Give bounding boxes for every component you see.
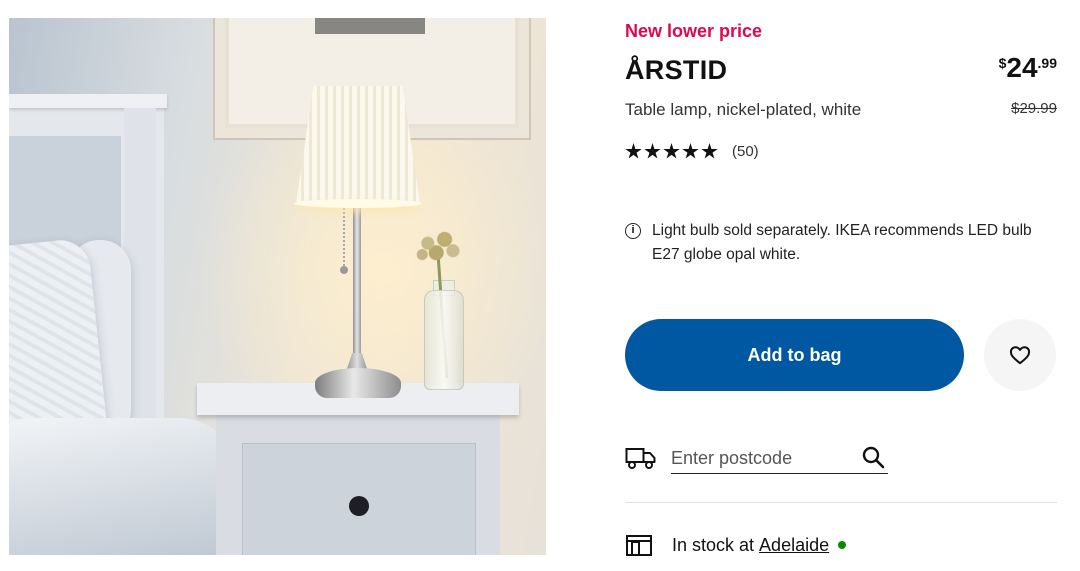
- postcode-input[interactable]: [671, 443, 888, 474]
- search-icon[interactable]: [861, 445, 885, 469]
- price-badge: New lower price: [625, 21, 763, 41]
- truck-icon: [625, 448, 656, 469]
- bulb-info-text: Light bulb sold separately. IKEA recomme…: [652, 222, 1032, 263]
- lamp-shade: [296, 86, 420, 204]
- lamp-stem: [353, 208, 361, 368]
- product-image[interactable]: [9, 18, 546, 555]
- store-icon: [626, 535, 652, 556]
- divider: [625, 502, 1057, 503]
- star-icon: [625, 143, 642, 159]
- flower: [411, 228, 467, 266]
- rating[interactable]: (50): [625, 143, 759, 160]
- duvet: [9, 418, 239, 555]
- lamp-shade-rim: [294, 199, 422, 208]
- star-icon: [682, 143, 699, 159]
- price-integer: 24: [1006, 52, 1038, 83]
- add-to-bag-label: Add to bag: [747, 344, 842, 365]
- favourite-button[interactable]: [984, 319, 1056, 391]
- wall-frame-detail: [315, 18, 425, 34]
- product-info-panel: New lower price ÅRSTID Table lamp, nicke…: [625, 0, 1057, 571]
- stock-status-text: In stock at: [672, 534, 755, 555]
- star-icon: [663, 143, 680, 159]
- review-count[interactable]: (50): [732, 143, 759, 160]
- store-stock: In stock at Adelaide: [625, 533, 847, 557]
- lamp-pull-knob: [340, 266, 348, 274]
- price-currency: $: [998, 55, 1007, 71]
- star-icon: [644, 143, 661, 159]
- product-description: Table lamp, nickel-plated, white: [625, 100, 862, 119]
- store-link[interactable]: Adelaide: [759, 535, 829, 556]
- lamp-base: [315, 368, 401, 398]
- glass-vase: [424, 290, 464, 390]
- stock-status-indicator: [838, 541, 847, 549]
- price-decimal: .99: [1037, 55, 1057, 71]
- delivery-postcode: [625, 440, 1057, 480]
- bed-headboard-rail: [9, 94, 167, 108]
- current-price: $ 24 .99: [999, 52, 1057, 84]
- add-to-bag-button[interactable]: Add to bag: [625, 319, 964, 391]
- old-price: $29.99: [1011, 100, 1057, 117]
- info-icon: i: [625, 223, 641, 239]
- bulb-info: i Light bulb sold separately. IKEA recom…: [625, 219, 1057, 267]
- heart-icon: [1009, 346, 1031, 365]
- star-rating: [625, 143, 718, 160]
- drawer-knob: [349, 496, 369, 516]
- lamp-pull-cord: [343, 208, 345, 268]
- product-name: ÅRSTID: [625, 55, 728, 85]
- star-icon: [701, 143, 718, 159]
